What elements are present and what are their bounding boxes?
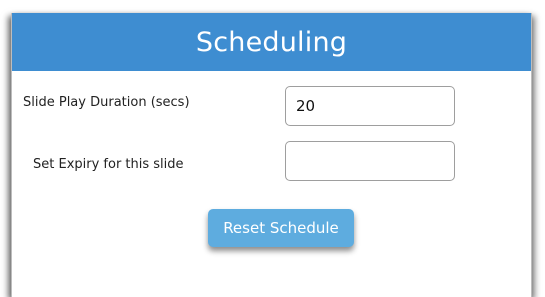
slide-play-duration-input[interactable] <box>285 86 455 126</box>
reset-schedule-button[interactable]: Reset Schedule <box>208 209 354 247</box>
slide-play-duration-label: Slide Play Duration (secs) <box>23 95 190 110</box>
set-expiry-input[interactable] <box>285 141 455 181</box>
scheduling-panel: Scheduling Slide Play Duration (secs) Se… <box>11 13 532 297</box>
panel-title: Scheduling <box>195 26 348 58</box>
panel-header: Scheduling <box>12 13 531 71</box>
set-expiry-label: Set Expiry for this slide <box>33 157 184 172</box>
screen: Scheduling Slide Play Duration (secs) Se… <box>0 0 545 297</box>
